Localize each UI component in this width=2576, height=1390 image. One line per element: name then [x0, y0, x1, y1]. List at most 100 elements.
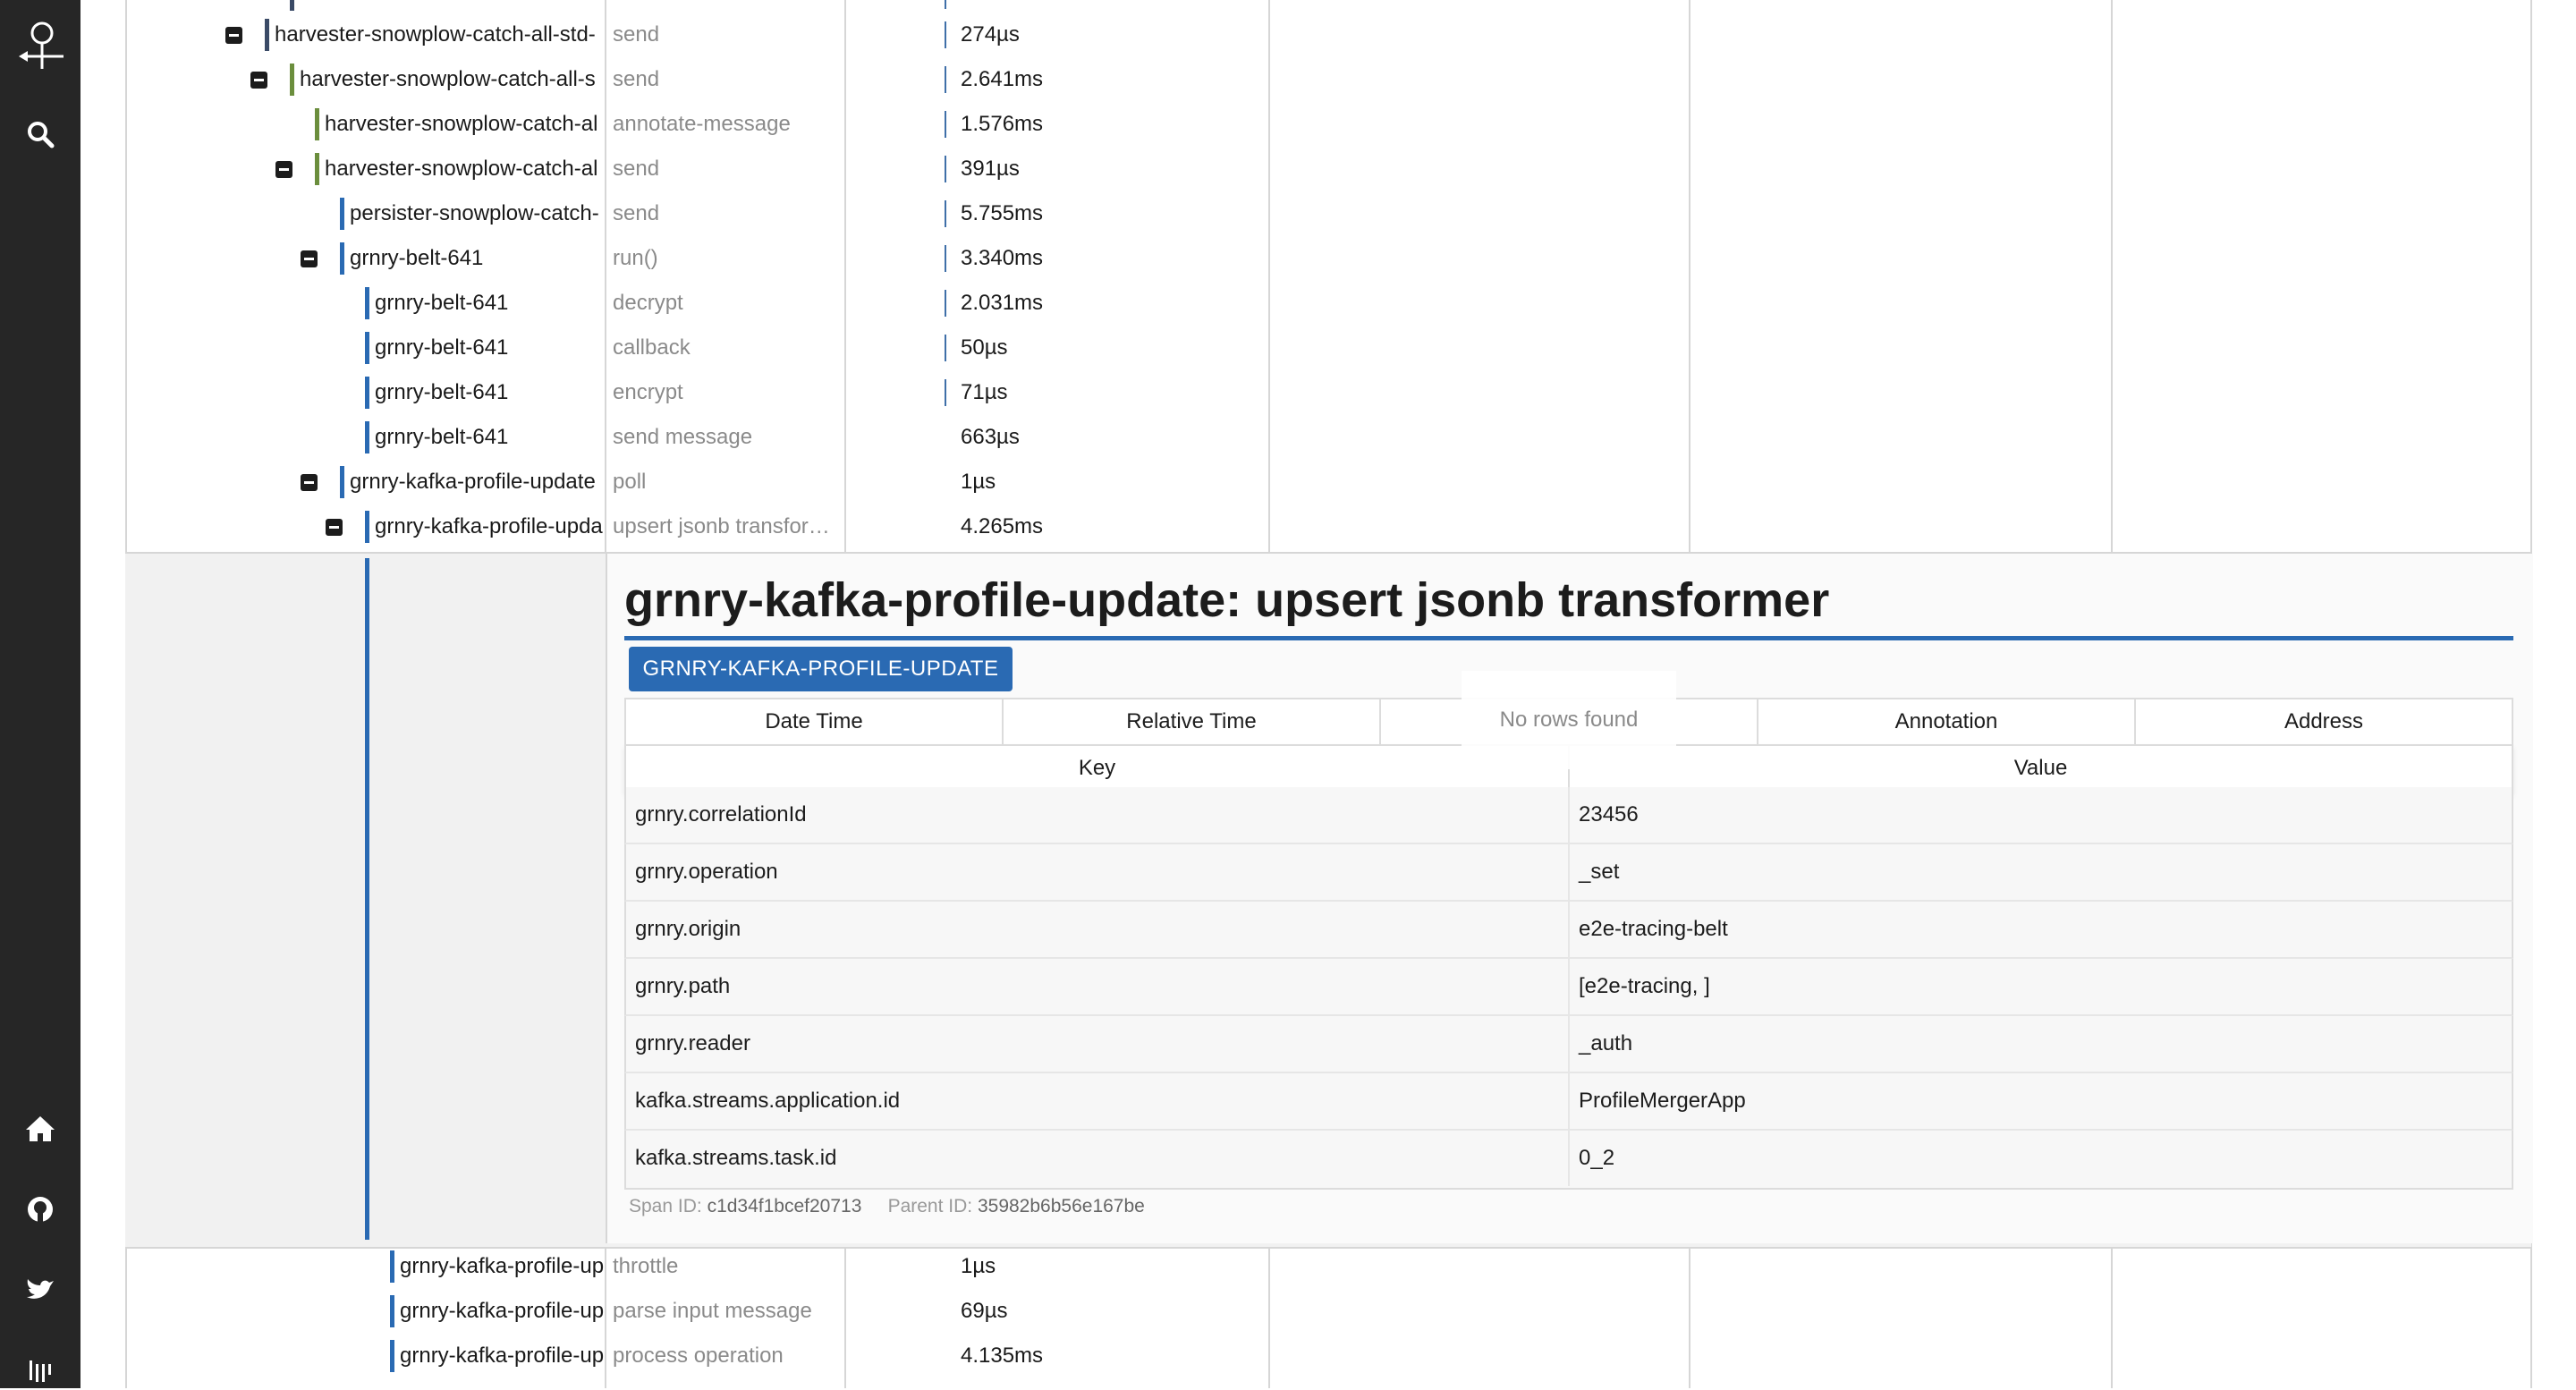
collapse-icon[interactable]	[301, 474, 318, 491]
operation-name: send	[613, 157, 660, 181]
span-row[interactable]: grnry-kafka-profile-update poll 1µs	[0, 460, 2576, 504]
span-row[interactable]: persister-snowplow-catch- send 5.755ms	[0, 191, 2576, 236]
tag-row[interactable]: kafka.streams.task.id 0_2	[624, 1131, 2513, 1190]
span-duration: 391µs	[961, 157, 1020, 181]
operation-name: encrypt	[613, 380, 683, 404]
service-name: persister-snowplow-catch-	[350, 201, 599, 225]
duration-tick	[945, 200, 946, 227]
duration-tick	[945, 66, 946, 93]
span-duration: 50µs	[961, 335, 1008, 360]
tag-divider	[1568, 959, 1570, 1014]
tag-row[interactable]: kafka.streams.application.id ProfileMerg…	[624, 1073, 2513, 1131]
span-color-bar	[315, 108, 319, 140]
header-relative-time[interactable]: Relative Time	[1004, 699, 1381, 744]
tag-value: _auth	[1579, 1031, 1633, 1055]
tag-key: grnry.path	[635, 974, 731, 998]
span-row[interactable]: grnry-kafka-profile-up parse input messa…	[0, 1289, 2576, 1334]
header-value[interactable]: Value	[1570, 746, 2512, 791]
header-address[interactable]: Address	[2136, 699, 2512, 744]
operation-name: send	[613, 22, 660, 47]
span-row[interactable]: harvester-snowplow-catch-al annotate-mes…	[0, 102, 2576, 147]
span-row[interactable]: grnry-belt-641 send message 663µs	[0, 415, 2576, 460]
collapse-icon[interactable]	[225, 27, 242, 44]
tag-value: _set	[1579, 860, 1620, 884]
tag-divider	[1568, 1016, 1570, 1072]
header-annotation[interactable]: Annotation	[1758, 699, 2136, 744]
no-rows-message: No rows found	[1462, 671, 1676, 769]
tag-row[interactable]: grnry.reader _auth	[624, 1016, 2513, 1073]
operation-name: send message	[613, 425, 753, 449]
header-key[interactable]: Key	[626, 746, 1570, 791]
span-row[interactable]: harvester-snowplow-catch-all-s send 2.64…	[0, 57, 2576, 102]
span-duration: 4.265ms	[961, 514, 1044, 538]
service-name: grnry-belt-641	[375, 380, 509, 404]
service-name: grnry-kafka-profile-up	[400, 1299, 604, 1323]
span-row[interactable]: harvester-snowplow-catch-all-std- send 2…	[0, 13, 2576, 57]
operation-name: parse input message	[613, 1299, 812, 1323]
span-color-bar	[365, 421, 369, 453]
tag-divider	[1568, 902, 1570, 957]
span-detail-title: grnry-kafka-profile-update: upsert jsonb…	[624, 573, 1830, 627]
span-row[interactable]: grnry-belt-641 run() 3.340ms	[0, 236, 2576, 281]
span-color-bar	[315, 153, 319, 185]
span-color-bar	[365, 287, 369, 319]
collapse-icon[interactable]	[275, 161, 292, 178]
operation-name: run()	[613, 246, 658, 270]
span-row[interactable]: grnry-belt-641 callback 50µs	[0, 326, 2576, 370]
duration-tick	[945, 290, 946, 317]
duration-tick	[945, 379, 946, 406]
span-duration: 69µs	[961, 1299, 1008, 1323]
span-duration: 274µs	[961, 22, 1020, 47]
service-name: grnry-kafka-profile-up	[400, 1343, 604, 1368]
span-row[interactable]: grnry-belt-641 encrypt 71µs	[0, 370, 2576, 415]
span-color-bar	[365, 332, 369, 364]
span-color-bar	[390, 1340, 394, 1372]
tag-divider	[1568, 787, 1570, 843]
tag-value: 23456	[1579, 802, 1639, 826]
tag-key: grnry.operation	[635, 860, 778, 884]
span-id-value[interactable]: c1d34f1bcef20713	[708, 1196, 862, 1216]
tag-key: grnry.reader	[635, 1031, 750, 1055]
span-duration: 3.340ms	[961, 246, 1044, 270]
service-name: harvester-snowplow-catch-al	[325, 112, 598, 136]
operation-name: decrypt	[613, 291, 683, 315]
span-duration: 2.641ms	[961, 67, 1044, 91]
github-icon[interactable]	[0, 1190, 80, 1229]
service-name: grnry-kafka-profile-upda	[375, 514, 603, 538]
duration-tick-fragment	[945, 0, 946, 9]
span-color-bar	[340, 242, 344, 275]
span-bar-fragment	[290, 0, 294, 11]
home-icon[interactable]	[0, 1109, 80, 1148]
span-id-label: Span ID:	[629, 1196, 702, 1216]
tag-row[interactable]: grnry.operation _set	[624, 844, 2513, 902]
span-color-bar	[290, 64, 294, 96]
span-duration: 2.031ms	[961, 291, 1044, 315]
span-row[interactable]: grnry-kafka-profile-up process operation…	[0, 1334, 2576, 1378]
span-row[interactable]: grnry-kafka-profile-up throttle 1µs	[0, 1244, 2576, 1289]
span-duration: 663µs	[961, 425, 1020, 449]
span-detail-title-underline	[624, 636, 2513, 640]
collapse-icon[interactable]	[250, 72, 267, 89]
collapse-icon[interactable]	[326, 519, 343, 536]
span-color-bar	[340, 466, 344, 498]
collapse-icon[interactable]	[301, 250, 318, 267]
tag-value: 0_2	[1579, 1146, 1615, 1170]
service-badge[interactable]: GRNRY-KAFKA-PROFILE-UPDATE	[629, 647, 1013, 691]
span-row-selected[interactable]: grnry-kafka-profile-upda upsert jsonb tr…	[0, 504, 2576, 549]
span-row[interactable]: harvester-snowplow-catch-al send 391µs	[0, 147, 2576, 191]
tag-row[interactable]: grnry.origin e2e-tracing-belt	[624, 902, 2513, 959]
span-duration: 1µs	[961, 1254, 996, 1278]
span-color-bar	[365, 377, 369, 409]
span-row[interactable]: grnry-belt-641 decrypt 2.031ms	[0, 281, 2576, 326]
tag-row[interactable]: grnry.correlationId 23456	[624, 787, 2513, 844]
tag-value: [e2e-tracing, ]	[1579, 974, 1710, 998]
operation-name: send	[613, 67, 660, 91]
header-date-time[interactable]: Date Time	[626, 699, 1004, 744]
span-detail-color-bar	[365, 558, 369, 1240]
span-duration: 71µs	[961, 380, 1008, 404]
tag-row[interactable]: grnry.path [e2e-tracing, ]	[624, 959, 2513, 1016]
tag-divider	[1568, 1131, 1570, 1186]
span-color-bar	[390, 1295, 394, 1327]
parent-id-value[interactable]: 35982b6b56e167be	[978, 1196, 1145, 1216]
tag-key: kafka.streams.application.id	[635, 1089, 901, 1113]
